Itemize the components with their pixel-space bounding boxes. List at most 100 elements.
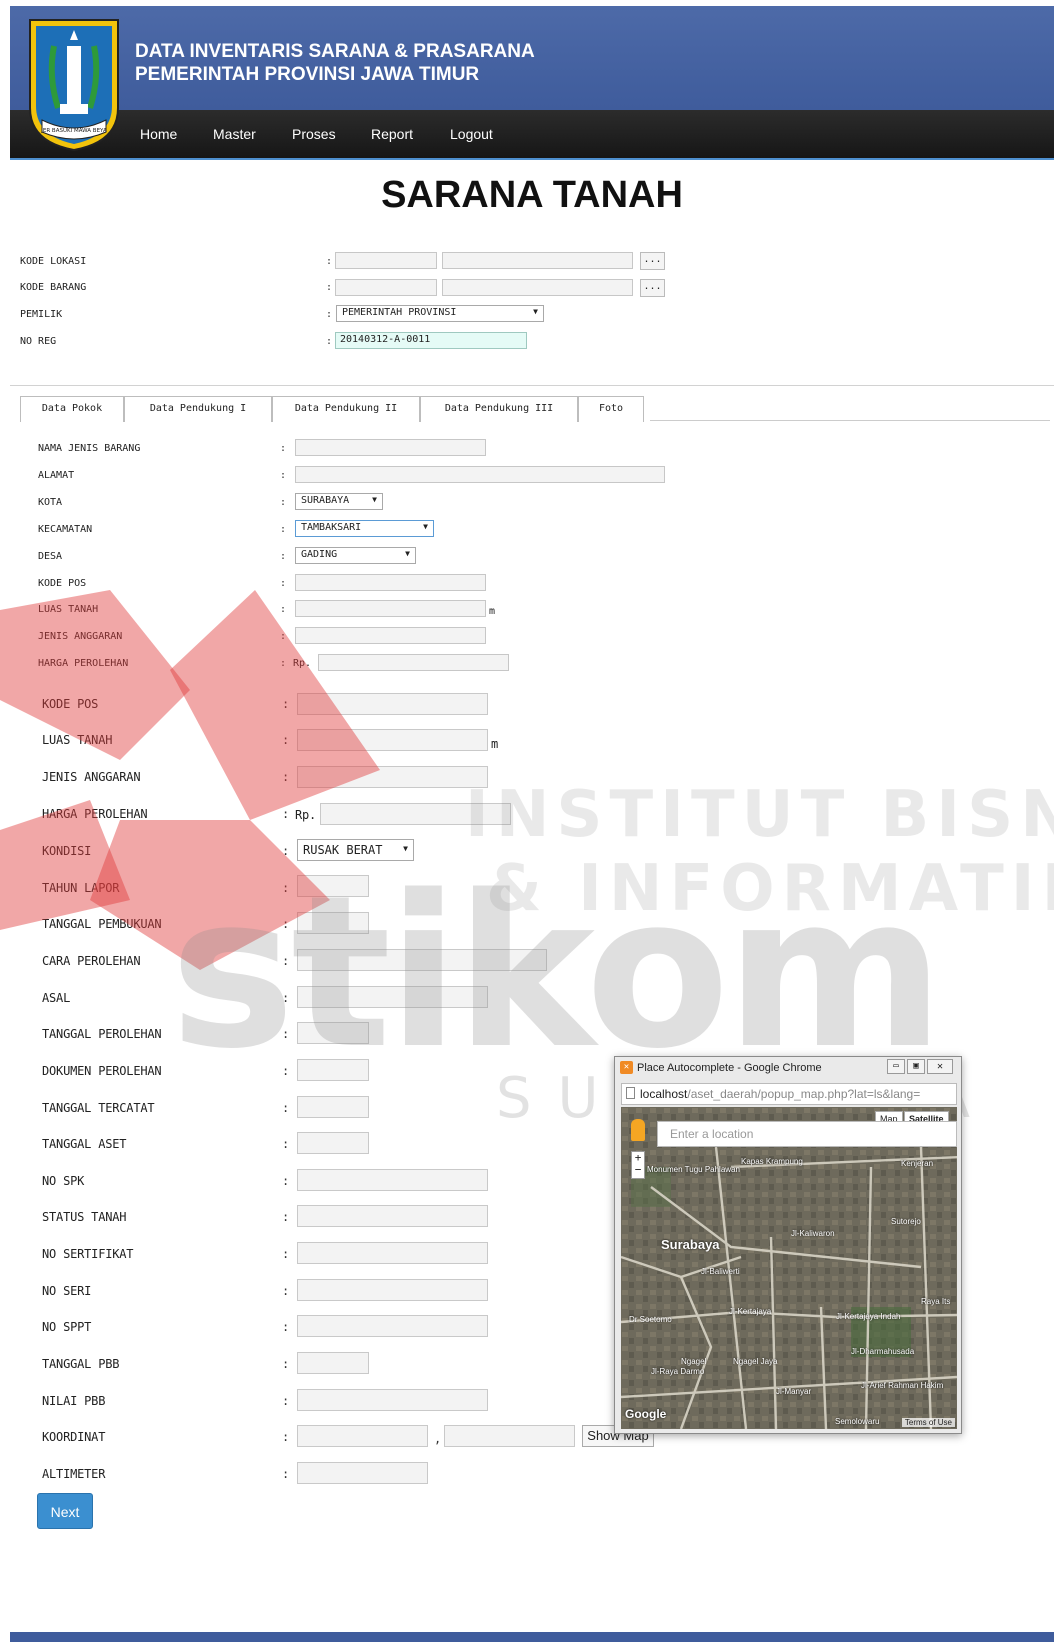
satellite-map[interactable]: Map Satellite Enter a location + − Monum… xyxy=(621,1107,957,1429)
tanggal-tercatat-input[interactable] xyxy=(297,1096,369,1118)
asal-input[interactable] xyxy=(297,986,488,1008)
colon: : xyxy=(282,1137,290,1151)
luas-tanah-small-input[interactable] xyxy=(295,600,486,617)
kode-barang-lookup-button[interactable]: ... xyxy=(640,279,665,297)
colon: : xyxy=(282,1210,290,1224)
colon: : xyxy=(280,658,287,669)
colon: : xyxy=(280,604,287,615)
kota-select[interactable]: SURABAYA ▼ xyxy=(295,493,383,510)
location-search-input[interactable]: Enter a location xyxy=(657,1121,957,1147)
nilai-pbb-input[interactable] xyxy=(297,1389,488,1411)
tab-data-pendukung-2[interactable]: Data Pendukung II xyxy=(272,396,420,422)
noreg-input[interactable]: 20140312-A-0011 xyxy=(335,332,527,349)
footer-bar xyxy=(10,1632,1054,1642)
harga-perolehan-small-label: HARGA PEROLEHAN xyxy=(38,658,129,669)
maximize-icon[interactable]: ▣ xyxy=(907,1059,925,1074)
minimize-icon[interactable]: ▭ xyxy=(887,1059,905,1074)
desa-select[interactable]: GADING ▼ xyxy=(295,547,416,564)
tanggal-pbb-label: TANGGAL PBB xyxy=(42,1357,120,1371)
luas-tanah-small-label: LUAS TANAH xyxy=(38,604,99,615)
nav-master[interactable]: Master xyxy=(213,126,256,142)
colon: : xyxy=(282,1174,290,1188)
app-title-line1: DATA INVENTARIS SARANA & PRASARANA xyxy=(135,41,535,62)
longitude-input[interactable] xyxy=(444,1425,575,1447)
harga-perolehan-input[interactable] xyxy=(320,803,511,825)
map-label: Sutorejo xyxy=(891,1217,921,1226)
colon: : xyxy=(326,336,333,347)
harga-perolehan-small-input[interactable] xyxy=(318,654,509,671)
tab-foto[interactable]: Foto xyxy=(578,396,644,422)
next-button[interactable]: Next xyxy=(37,1493,93,1529)
latitude-input[interactable] xyxy=(297,1425,428,1447)
kode-barang-input[interactable] xyxy=(335,279,437,296)
nav-report[interactable]: Report xyxy=(371,126,413,142)
kecamatan-select[interactable]: TAMBAKSARI ▼ xyxy=(295,520,434,537)
nav-logout[interactable]: Logout xyxy=(450,126,493,142)
tanggal-pbb-input[interactable] xyxy=(297,1352,369,1374)
map-label: Ngagel Jaya xyxy=(733,1357,778,1366)
tab-data-pendukung-1[interactable]: Data Pendukung I xyxy=(124,396,272,422)
colon: : xyxy=(282,770,290,784)
colon: : xyxy=(282,917,290,931)
main-navbar: Home Master Proses Report Logout xyxy=(10,110,1054,160)
colon: : xyxy=(280,631,287,642)
luas-tanah-input[interactable] xyxy=(297,729,488,751)
tab-underline xyxy=(650,420,1050,421)
tahun-lapor-input[interactable] xyxy=(297,875,369,897)
zoom-control[interactable]: + − xyxy=(631,1151,645,1179)
luas-tanah-label: LUAS TANAH xyxy=(42,733,113,747)
no-sertifikat-input[interactable] xyxy=(297,1242,488,1264)
kode-lokasi-lookup-button[interactable]: ... xyxy=(640,252,665,270)
colon: : xyxy=(282,697,290,711)
map-label: Raya Its xyxy=(921,1297,951,1306)
no-sppt-input[interactable] xyxy=(297,1315,488,1337)
tab-data-pokok[interactable]: Data Pokok xyxy=(20,396,124,422)
map-label: Kapas Krampung xyxy=(741,1157,803,1166)
map-label: Jl-Kertajaya xyxy=(729,1307,772,1316)
kode-barang-name-input[interactable] xyxy=(442,279,633,296)
jenis-anggaran-small-label: JENIS ANGGARAN xyxy=(38,631,123,642)
pemilik-select[interactable]: PEMERINTAH PROVINSI ▼ xyxy=(336,305,544,322)
colon: : xyxy=(282,991,290,1005)
nama-jenis-barang-input[interactable] xyxy=(295,439,486,456)
kota-value: SURABAYA xyxy=(301,495,350,506)
altimeter-label: ALTIMETER xyxy=(42,1467,106,1481)
nama-jenis-barang-label: NAMA JENIS BARANG xyxy=(38,443,141,454)
terms-link[interactable]: Terms of Use xyxy=(901,1418,955,1427)
zoom-out-icon[interactable]: − xyxy=(632,1164,644,1176)
dokumen-perolehan-input[interactable] xyxy=(297,1059,369,1081)
colon: : xyxy=(326,282,333,293)
tanggal-pembukuan-input[interactable] xyxy=(297,912,369,934)
kondisi-label: KONDISI xyxy=(42,844,92,858)
rp-prefix: Rp. xyxy=(293,658,312,669)
altimeter-input[interactable] xyxy=(297,1462,428,1484)
rp-prefix: Rp. xyxy=(295,808,317,822)
tanggal-aset-input[interactable] xyxy=(297,1132,369,1154)
status-tanah-input[interactable] xyxy=(297,1205,488,1227)
kondisi-select[interactable]: RUSAK BERAT ▼ xyxy=(297,839,414,861)
cara-perolehan-input[interactable] xyxy=(297,949,547,971)
street-view-pegman-icon[interactable] xyxy=(631,1119,645,1141)
kode-pos-small-label: KODE POS xyxy=(38,578,87,589)
popup-address-bar[interactable]: localhost/aset_daerah/popup_map.php?lat=… xyxy=(621,1083,957,1105)
kode-lokasi-name-input[interactable] xyxy=(442,252,633,269)
tab-data-pendukung-3[interactable]: Data Pendukung III xyxy=(420,396,578,422)
colon: : xyxy=(326,309,333,320)
nav-proses[interactable]: Proses xyxy=(292,126,336,142)
kode-pos-small-input[interactable] xyxy=(295,574,486,591)
tanggal-perolehan-label: TANGGAL PEROLEHAN xyxy=(42,1027,162,1041)
no-seri-input[interactable] xyxy=(297,1279,488,1301)
tanggal-perolehan-input[interactable] xyxy=(297,1022,369,1044)
colon: : xyxy=(282,1027,290,1041)
jenis-anggaran-small-input[interactable] xyxy=(295,627,486,644)
kecamatan-value: TAMBAKSARI xyxy=(301,522,362,533)
city-label: Surabaya xyxy=(661,1237,720,1252)
kode-lokasi-input[interactable] xyxy=(335,252,437,269)
close-icon[interactable]: ✕ xyxy=(927,1059,953,1074)
nav-home[interactable]: Home xyxy=(140,126,177,142)
jenis-anggaran-input[interactable] xyxy=(297,766,488,788)
alamat-input[interactable] xyxy=(295,466,665,483)
kode-pos-input[interactable] xyxy=(297,693,488,715)
tahun-lapor-label: TAHUN LAPOR xyxy=(42,881,120,895)
no-spk-input[interactable] xyxy=(297,1169,488,1191)
